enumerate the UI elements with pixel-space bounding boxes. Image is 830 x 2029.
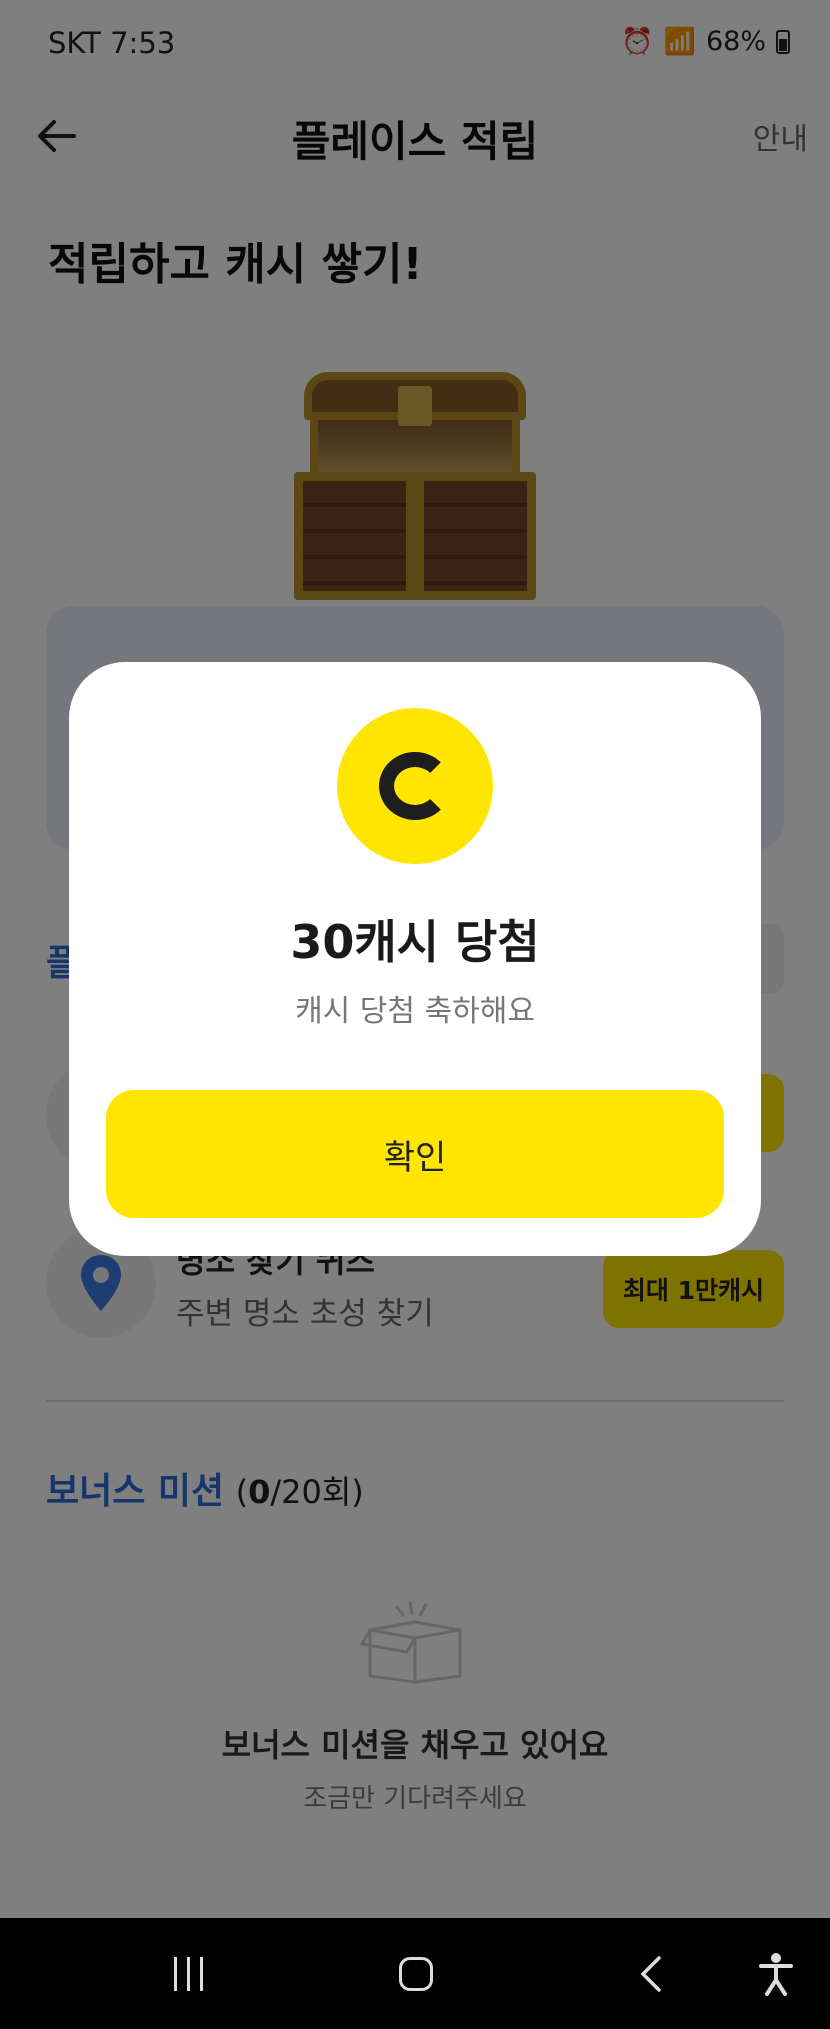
system-back-button[interactable] <box>622 1946 678 2002</box>
modal-title: 30캐시 당첨 <box>290 915 540 969</box>
confirm-button[interactable]: 확인 <box>106 1090 724 1218</box>
accessibility-button[interactable] <box>748 1946 804 2002</box>
system-nav-bar <box>0 1918 830 2029</box>
cash-coin-icon <box>337 708 493 864</box>
home-button[interactable] <box>388 1946 444 2002</box>
modal-subtitle: 캐시 당첨 축하해요 <box>295 994 535 1029</box>
recent-apps-icon <box>173 1957 203 1991</box>
recent-apps-button[interactable] <box>160 1946 216 2002</box>
chevron-left-icon <box>640 1956 661 1992</box>
screen: SKT 7:53 ⏰ 📶 68% 플레이스 적립 안내 적립하고 캐시 쌓기! … <box>0 0 830 1918</box>
home-icon <box>399 1957 433 1991</box>
accessibility-icon <box>759 1953 793 1996</box>
reward-modal: 30캐시 당첨 캐시 당첨 축하해요 확인 <box>69 662 761 1256</box>
